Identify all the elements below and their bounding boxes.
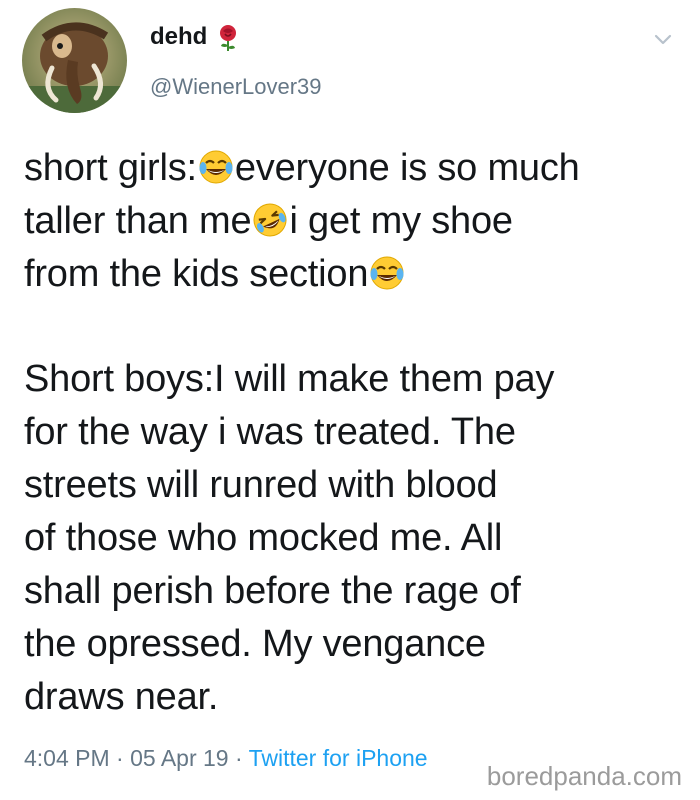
- tweet-line: shall perish before the rage of: [24, 570, 521, 612]
- tweet-date[interactable]: 05 Apr 19: [130, 745, 228, 771]
- tweet-text: short girls: everyone is so much taller t…: [24, 142, 684, 724]
- tweet-line: from the kids section: [24, 248, 684, 301]
- tweet-time[interactable]: 4:04 PM: [24, 745, 110, 771]
- tweet-source-link[interactable]: Twitter for iPhone: [249, 745, 428, 771]
- tweet-text-segment: taller than me: [24, 200, 252, 242]
- tweet-card: dehd @WienerLover39 short girls: everyone…: [0, 0, 700, 800]
- meta-separator: ·: [228, 745, 249, 771]
- tears-of-joy-emoji-icon: [368, 254, 406, 292]
- meta-separator: ·: [109, 745, 131, 771]
- watermark: boredpanda.com: [486, 761, 682, 791]
- tweet-line: short girls: everyone is so much: [24, 142, 684, 195]
- rolling-laughing-emoji-icon: [251, 201, 289, 239]
- display-name-text: dehd: [150, 23, 208, 50]
- user-handle[interactable]: @WienerLover39: [150, 74, 322, 100]
- chevron-down-icon[interactable]: [652, 28, 674, 50]
- rose-icon: [213, 22, 243, 52]
- tweet-text-segment: everyone is so much: [234, 147, 580, 189]
- tweet-text-segment: short girls:: [24, 147, 197, 189]
- tweet-line: Short boys:I will make them pay: [24, 358, 555, 400]
- tweet-line: for the way i was treated. The: [24, 411, 516, 453]
- tweet-text-segment: i get my shoe: [289, 200, 513, 242]
- tweet-line: taller than me i get my shoe: [24, 195, 684, 248]
- mammoth-avatar-icon: [22, 8, 127, 113]
- tears-of-joy-emoji-icon: [197, 148, 235, 186]
- display-name[interactable]: dehd: [150, 22, 243, 52]
- tweet-metadata: 4:04 PM · 05 Apr 19 · Twitter for iPhone: [24, 745, 428, 772]
- avatar[interactable]: [22, 8, 127, 113]
- tweet-line: the opressed. My vengance: [24, 623, 486, 665]
- tweet-line: streets will runred with blood: [24, 464, 498, 506]
- tweet-text-segment: from the kids section: [24, 253, 369, 295]
- tweet-line: of those who mocked me. All: [24, 517, 503, 559]
- tweet-line: draws near.: [24, 676, 219, 718]
